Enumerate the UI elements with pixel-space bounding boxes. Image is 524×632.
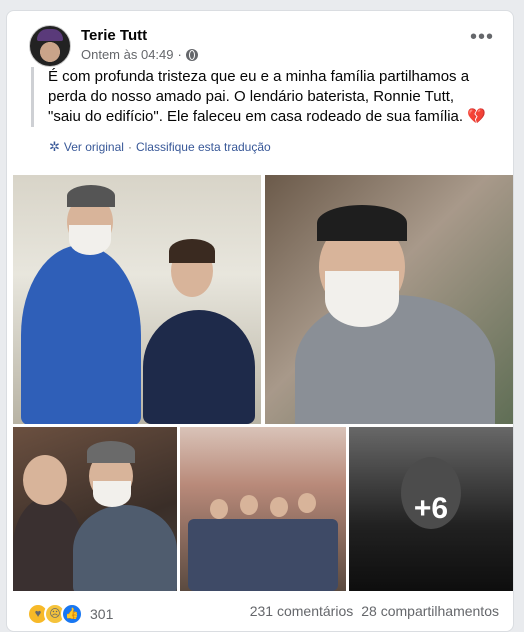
engagement-stats: 231 comentários 28 compartilhamentos (250, 603, 499, 619)
person-figure (143, 310, 255, 424)
photo-5[interactable]: +6 (349, 427, 513, 591)
person-head (298, 493, 316, 513)
gear-icon: ✲ (49, 139, 60, 154)
broken-heart-icon: 💔 (467, 108, 486, 125)
photo-3[interactable] (13, 427, 177, 591)
post-header: Terie Tutt Ontem às 04:49 · ••• (29, 25, 497, 69)
cap (317, 205, 407, 241)
cap (67, 185, 115, 207)
person-head (23, 455, 67, 505)
reaction-count[interactable]: 301 (90, 606, 113, 622)
beard (325, 271, 399, 327)
shares-count[interactable]: 28 compartilhamentos (361, 603, 499, 619)
timestamp[interactable]: Ontem às 04:49 (81, 47, 174, 62)
author-name[interactable]: Terie Tutt (81, 27, 147, 44)
person-head (240, 495, 258, 515)
photo-2[interactable] (265, 175, 513, 424)
rate-translation-link[interactable]: Classifique esta tradução (136, 140, 271, 154)
post-text-body: É com profunda tristeza que eu e a minha… (48, 68, 470, 125)
post-card: Terie Tutt Ontem às 04:49 · ••• É com pr… (6, 10, 514, 632)
like-icon: 👍 (61, 603, 83, 625)
family-group (188, 519, 338, 591)
person-figure (73, 505, 177, 591)
beard (93, 481, 131, 507)
reactions-summary[interactable]: ♥ ☹ 👍 301 (27, 603, 113, 625)
more-photos-overlay[interactable]: +6 (349, 427, 513, 591)
beard (69, 225, 111, 255)
cap (87, 441, 135, 463)
more-options-button[interactable]: ••• (467, 27, 497, 51)
person-figure (295, 295, 495, 424)
hair (169, 239, 215, 263)
post-footer: ♥ ☹ 👍 301 231 comentários 28 compartilha… (27, 601, 499, 625)
translation-bar: ✲ Ver original · Classifique esta traduç… (49, 139, 271, 155)
photo-1[interactable] (13, 175, 261, 424)
comments-count[interactable]: 231 comentários (250, 603, 354, 619)
post-meta: Ontem às 04:49 · (81, 47, 198, 62)
see-original-link[interactable]: Ver original (64, 140, 124, 154)
person-figure (21, 245, 141, 424)
person-head (270, 497, 288, 517)
avatar[interactable] (29, 25, 71, 67)
post-text: É com profunda tristeza que eu e a minha… (31, 67, 490, 127)
person-head (210, 499, 228, 519)
photo-4[interactable] (180, 427, 346, 591)
globe-icon[interactable] (185, 48, 198, 61)
separator: · (127, 140, 132, 154)
